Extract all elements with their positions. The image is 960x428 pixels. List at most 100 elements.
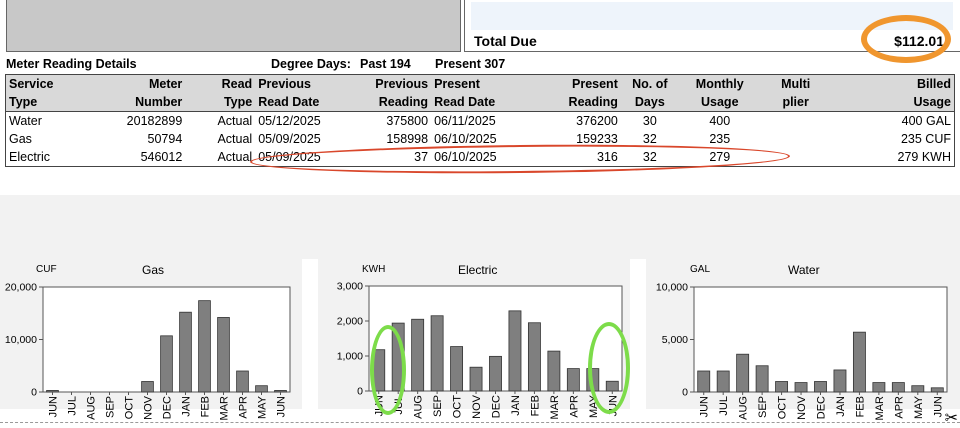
water-bar [911,385,925,393]
x-tick-label: NOV [471,394,483,419]
col-header-multiplier: Multi plier [760,74,831,112]
x-tick-label: JUL [67,396,79,416]
y-tick-label: 10,000 [656,282,688,294]
electric-usage-chart: 01,0002,0003,000JUN JUL AUG SEP OCT NOV DEC JAN… [337,281,623,419]
table-cell: 400 GAL [901,114,951,128]
x-tick-label: AUG [86,396,98,420]
x-tick-label: SEP [432,395,444,417]
water-bar [736,353,750,393]
x-tick-label: OCT [452,395,464,419]
table-cell [761,130,831,148]
table-row-water: Water 20182899 Actual 05/12/2025 375800 … [6,112,955,131]
x-tick-label: FEB [529,395,541,416]
x-tick-label: JUN [932,396,944,417]
water-bar [755,365,769,393]
col-header-billed-usage: Billed Usage [830,74,955,112]
scissors-icon: ✂ [944,410,958,427]
gas-bar [160,335,173,393]
gas-bar [274,390,287,393]
table-cell: Gas [9,132,32,146]
x-tick-label: SEP [757,396,769,418]
y-tick-label: 0 [682,387,688,399]
y-tick-label: 20,000 [5,282,37,294]
meter-section-title: Meter Reading Details [6,57,137,71]
x-tick-label: OCT [777,396,789,420]
electric-bar [469,366,483,392]
x-tick-label: DEC [491,395,503,418]
water-bar [794,382,808,393]
electric-bar [430,315,444,392]
x-tick-label: APR [893,396,905,419]
gas-bar [236,370,249,393]
electric-bar [489,355,502,392]
june-end-highlight-oval [588,322,630,414]
x-tick-label: MAR [219,396,231,421]
chart-area-background [0,195,960,259]
gas-bar [198,300,211,393]
water-bar [930,387,944,393]
water-bar [775,381,789,393]
col-header-service-type: Service Type [5,74,84,112]
table-cell [761,112,831,131]
y-tick-label: 10,000 [5,334,37,346]
x-tick-label: JUL [718,396,730,416]
x-tick-label: DEC [162,396,174,419]
tear-off-line [0,422,960,423]
x-tick-label: MAY [913,395,925,419]
col-header-read-type: Read Type [185,74,256,112]
gas-bar [141,381,154,393]
table-cell: 20182899 [126,114,183,128]
table-cell: 05/09/2025 [258,132,321,146]
table-cell: 50794 [147,132,183,146]
electric-bar [450,346,464,392]
y-tick-label: 0 [31,387,37,399]
gas-bar [217,317,230,393]
x-tick-label: JUN [276,396,288,417]
electric-bar [508,310,522,392]
gas-bar [46,390,59,393]
col-header-days: No. of Days [620,74,679,112]
table-cell: 376200 [576,114,618,128]
y-tick-label: 2,000 [337,316,363,328]
electric-bar [547,350,561,392]
y-tick-label: 0 [357,386,363,398]
table-cell: 158998 [386,132,429,146]
water-bar [872,382,886,393]
table-cell: 05/12/2025 [258,114,321,128]
table-cell: 235 CUF [900,132,951,146]
table-cell: 546012 [140,150,183,164]
june-start-highlight-oval [370,325,406,415]
water-usage-chart: 0 5,000 10,000 JUN JUL AUG SEP OCT NOV DEC JAN FEB M… [656,282,948,420]
table-cell: Actual [217,150,253,164]
table-cell: 235 [709,132,731,146]
x-tick-label: OCT [124,396,136,420]
x-tick-label: MAR [874,396,886,421]
table-cell: Electric [9,150,50,164]
water-bar [814,381,827,393]
x-tick-label: JAN [510,395,522,416]
water-bar [716,370,730,393]
account-info-panel [6,0,461,52]
x-tick-label: JUN [699,396,711,417]
x-tick-label: JUN [48,396,60,417]
water-bar [852,331,866,393]
total-due-label: Total Due [474,33,537,49]
table-cell: Water [9,114,42,128]
x-tick-label: FEB [854,396,866,417]
table-cell: Actual [217,114,253,128]
x-tick-label: AUG [413,395,425,419]
electric-bar [566,368,580,392]
x-tick-label: SEP [105,396,117,418]
y-tick-label: 5,000 [662,334,688,346]
table-cell: 375800 [386,114,429,128]
water-bar [891,382,905,393]
x-tick-label: MAY [257,395,269,419]
x-tick-label: NOV [143,395,155,420]
water-bar [833,369,847,393]
col-header-previous-reading: Previous Reading [351,74,432,112]
table-cell: 400 [709,114,731,128]
x-tick-label: APR [568,395,580,418]
col-header-previous-read-date: Previous Read Date [255,74,352,112]
table-header-row: Service Type Meter Number Read Type Previou… [5,74,955,112]
col-header-present-reading: Present Reading [530,74,621,112]
